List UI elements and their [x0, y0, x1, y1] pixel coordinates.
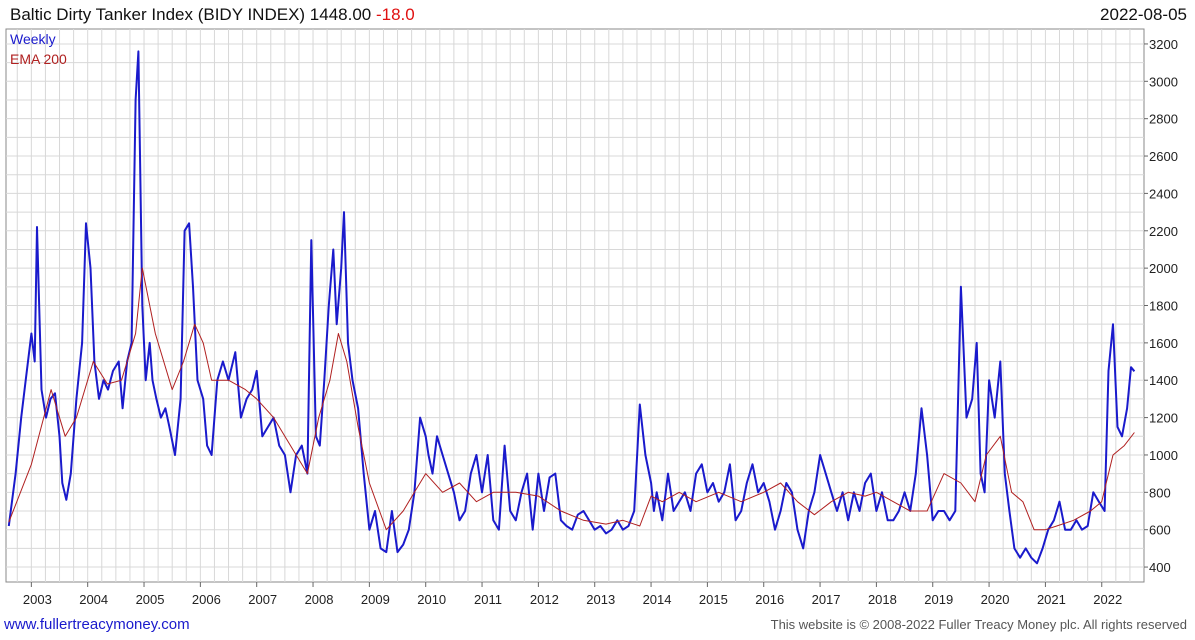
y-tick-label: 2200 — [1149, 224, 1178, 239]
x-tick-label: 2016 — [755, 592, 784, 607]
x-tick-label: 2014 — [643, 592, 672, 607]
y-tick-label: 1600 — [1149, 336, 1178, 351]
y-tick-label: 2600 — [1149, 149, 1178, 164]
y-tick-label: 600 — [1149, 523, 1171, 538]
x-tick-label: 2003 — [23, 592, 52, 607]
x-tick-label: 2006 — [192, 592, 221, 607]
y-tick-label: 1200 — [1149, 411, 1178, 426]
y-tick-label: 3000 — [1149, 74, 1178, 89]
legend-weekly: Weekly — [10, 31, 56, 47]
x-tick-label: 2015 — [699, 592, 728, 607]
footer-website-link[interactable]: www.fullertreacymoney.com — [4, 616, 190, 633]
x-tick-label: 2017 — [812, 592, 841, 607]
y-tick-label: 400 — [1149, 560, 1171, 575]
x-tick-label: 2008 — [305, 592, 334, 607]
x-tick-label: 2021 — [1037, 592, 1066, 607]
x-tick-label: 2011 — [474, 592, 502, 607]
y-tick-label: 2400 — [1149, 186, 1178, 201]
x-tick-label: 2018 — [868, 592, 897, 607]
y-tick-label: 1400 — [1149, 373, 1178, 388]
footer-copyright: This website is © 2008-2022 Fuller Treac… — [770, 617, 1187, 632]
y-tick-label: 800 — [1149, 485, 1171, 500]
y-tick-label: 3200 — [1149, 37, 1178, 52]
x-tick-label: 2020 — [981, 592, 1010, 607]
legend-ema: EMA 200 — [10, 51, 67, 67]
tanker-index-chart: 400 600 800 1000 1200 1400 1600 1800 2000 2200 240… — [5, 28, 1178, 607]
y-tick-label: 1800 — [1149, 299, 1178, 314]
x-tick-label: 2004 — [79, 592, 108, 607]
y-tick-label: 2800 — [1149, 112, 1178, 127]
x-tick-label: 2007 — [248, 592, 277, 607]
x-tick-label: 2010 — [417, 592, 446, 607]
x-tick-label: 2009 — [361, 592, 390, 607]
x-tick-label: 2019 — [924, 592, 953, 607]
x-tick-label: 2005 — [136, 592, 165, 607]
y-tick-label: 2000 — [1149, 261, 1178, 276]
x-tick-label: 2012 — [530, 592, 559, 607]
x-tick-label: 2022 — [1093, 592, 1122, 607]
y-tick-label: 1000 — [1149, 448, 1178, 463]
x-tick-label: 2013 — [586, 592, 615, 607]
